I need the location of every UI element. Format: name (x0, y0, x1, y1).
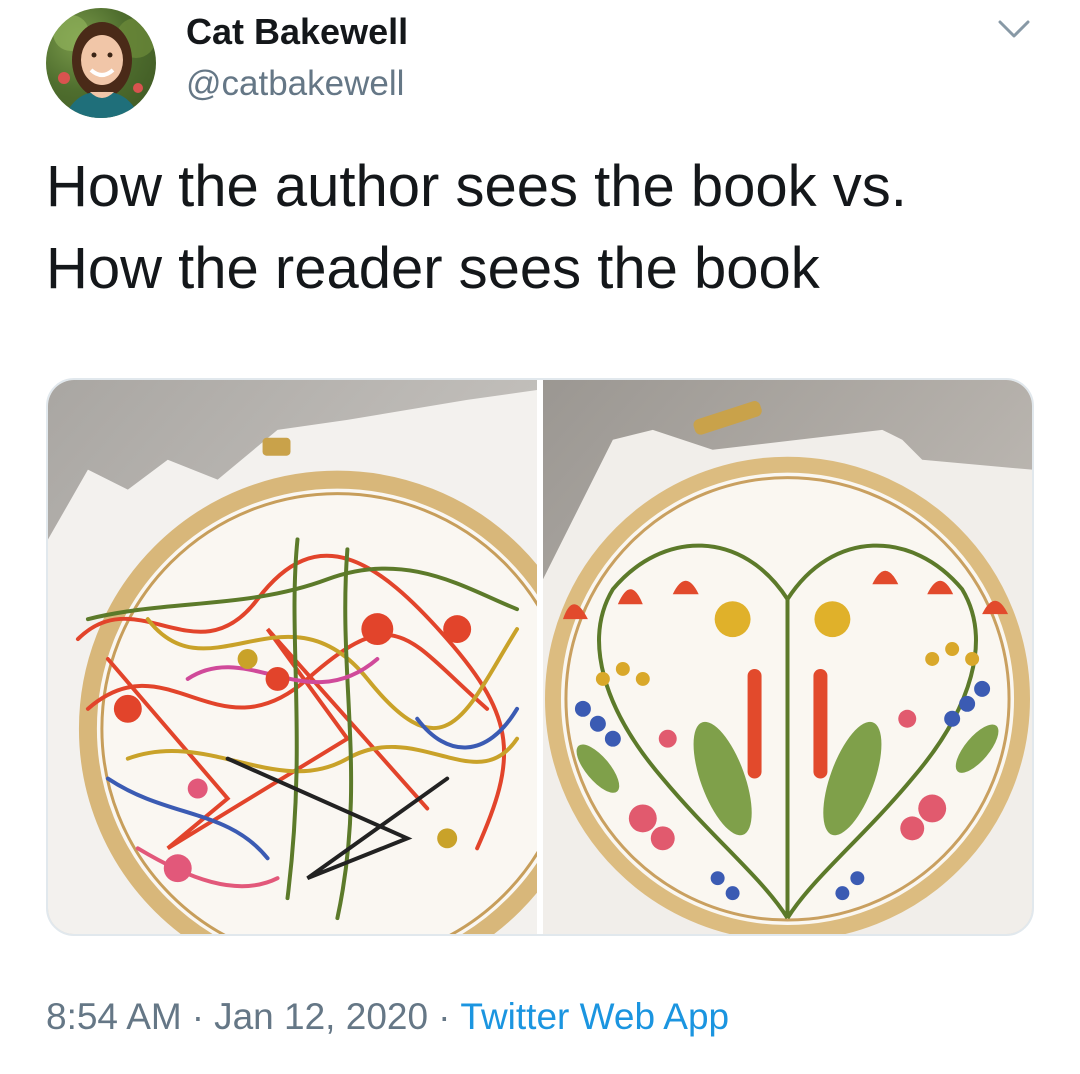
tweet-date[interactable]: Jan 12, 2020 (214, 996, 428, 1037)
avatar-photo (53, 15, 156, 118)
author-handle[interactable]: @catbakewell (186, 64, 404, 104)
chevron-down-icon[interactable] (994, 14, 1034, 44)
neat-embroidery-photo[interactable] (543, 380, 1032, 934)
separator: · (191, 996, 205, 1037)
avatar[interactable] (46, 8, 156, 118)
messy-embroidery-photo[interactable] (48, 380, 537, 934)
separator: · (438, 996, 451, 1037)
tweet-text: How the author sees the book vs. How the… (46, 154, 907, 301)
tweet-media (46, 378, 1034, 936)
tweet-time[interactable]: 8:54 AM (46, 996, 182, 1037)
tweet-metadata: 8:54 AM · Jan 12, 2020 · Twitter Web App (46, 994, 729, 1040)
tweet-source-link[interactable]: Twitter Web App (460, 996, 729, 1037)
author-name[interactable]: Cat Bakewell (186, 12, 408, 52)
